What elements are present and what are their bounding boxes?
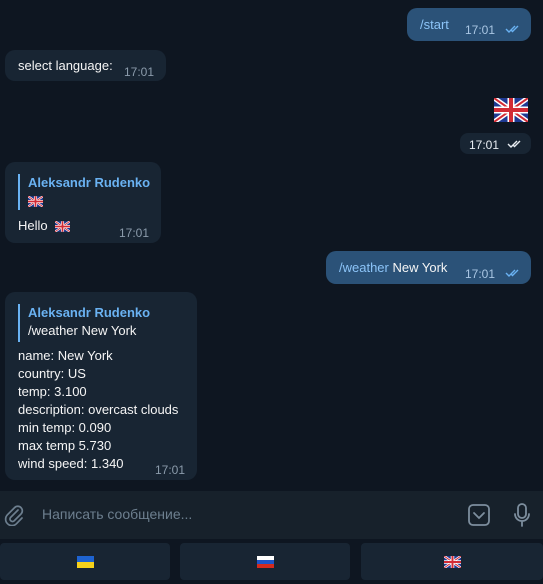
message-composer: Написать сообщение... (0, 491, 543, 539)
message-time: 17:01 (469, 138, 500, 152)
keyboard-button-uk[interactable] (361, 543, 543, 580)
quote-text-flag (27, 192, 150, 210)
weather-line-country: country: US (18, 366, 86, 381)
quote-author: Aleksandr Rudenko (28, 305, 151, 320)
weather-line-description: description: overcast clouds (18, 402, 179, 417)
weather-line-min-temp: min temp: 0.090 (18, 420, 112, 435)
message-time: 17:01 (119, 226, 150, 240)
uk-flag-icon (27, 195, 44, 208)
command-argument: New York (388, 260, 448, 275)
bot-keyboard-toggle-icon[interactable] (467, 503, 491, 527)
read-check-icon (505, 269, 519, 277)
message-time: 17:01 (124, 65, 155, 79)
command-text[interactable]: /weather (339, 260, 389, 275)
message-time: 17:01 (465, 267, 496, 281)
bot-reply-keyboard (0, 539, 543, 584)
read-check-icon (507, 140, 521, 148)
paperclip-icon[interactable] (4, 504, 24, 526)
chat-area: /start 17:01 select language: 17:01 17:0… (0, 0, 543, 491)
read-check-icon (505, 25, 519, 33)
message-start[interactable]: /start 17:01 (407, 8, 531, 41)
message-input[interactable]: Написать сообщение... (42, 506, 192, 522)
message-text: Hello (18, 218, 48, 233)
keyboard-button-russia[interactable] (180, 543, 350, 580)
weather-lines: name: New York country: US temp: 3.100 d… (18, 347, 178, 473)
quote-author: Aleksandr Rudenko (28, 175, 151, 190)
flag-message-time-pill: 17:01 (460, 133, 531, 154)
weather-line-max-temp: max temp 5.730 (18, 438, 112, 453)
ukraine-flag-icon (76, 555, 94, 568)
message-text: /weather New York (339, 259, 447, 277)
message-weather-command[interactable]: /weather New York 17:01 (326, 251, 531, 284)
quote-text: /weather New York (28, 323, 137, 338)
uk-flag-icon (54, 220, 71, 233)
message-select-language[interactable]: select language: 17:01 (5, 50, 166, 81)
message-body: Hello (18, 217, 71, 235)
message-time: 17:01 (465, 23, 496, 37)
weather-line-name: name: New York (18, 348, 113, 363)
microphone-icon[interactable] (512, 502, 532, 528)
uk-flag-icon (443, 555, 461, 568)
reply-quote[interactable]: Aleksandr Rudenko (18, 174, 150, 210)
keyboard-button-ukraine[interactable] (0, 543, 170, 580)
message-text: select language: (18, 58, 113, 73)
message-time: 17:01 (155, 463, 186, 477)
command-text[interactable]: /start (420, 16, 449, 34)
uk-flag-icon (492, 95, 530, 125)
flag-emoji-message[interactable] (492, 95, 530, 125)
weather-line-temp: temp: 3.100 (18, 384, 87, 399)
russia-flag-icon (256, 555, 274, 568)
reply-quote[interactable]: Aleksandr Rudenko /weather New York (18, 304, 150, 342)
message-weather-reply[interactable]: Aleksandr Rudenko /weather New York name… (5, 292, 197, 480)
message-hello-reply[interactable]: Aleksandr Rudenko Hello 17:01 (5, 162, 161, 243)
